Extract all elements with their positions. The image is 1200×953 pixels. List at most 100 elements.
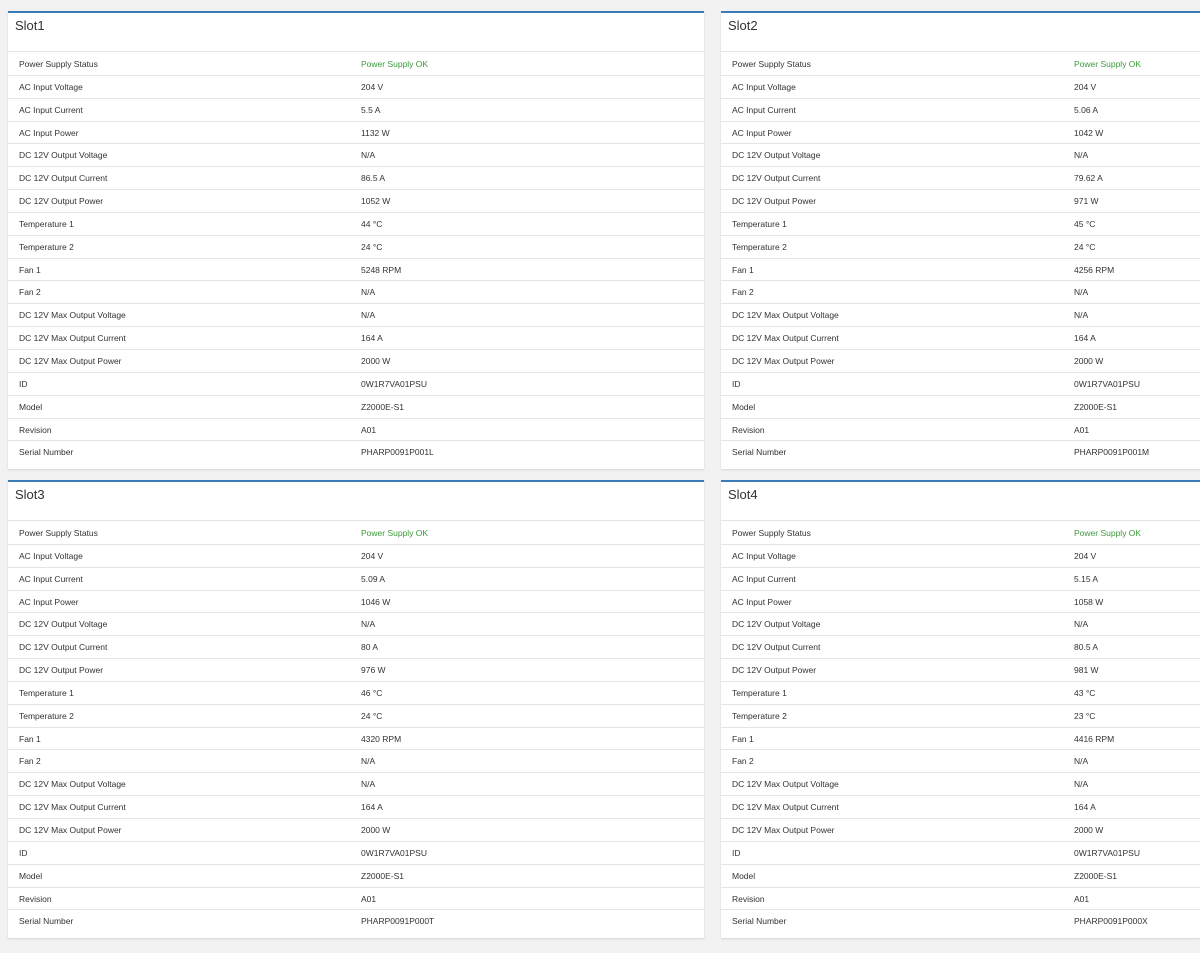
row-value: N/A — [361, 619, 376, 630]
row-label: Fan 2 — [732, 287, 754, 298]
row-label: Model — [732, 870, 756, 881]
row-value: 0W1R7VA01PSU — [1074, 378, 1140, 389]
row-value: A01 — [361, 893, 377, 904]
panel-title: Slot4 — [721, 482, 1200, 521]
row-value: 1058 W — [1074, 596, 1104, 607]
row-label: DC 12V Max Output Voltage — [19, 310, 126, 321]
row-label: DC 12V Output Power — [732, 196, 817, 207]
table-row: ID 0W1R7VA01PSU — [721, 373, 1200, 396]
table-row: Temperature 2 24 °C — [8, 236, 704, 259]
row-label: AC Input Voltage — [19, 81, 83, 92]
table-row: DC 12V Output Current 79.62 A — [721, 167, 1200, 191]
row-value: 5.5 A — [361, 104, 381, 115]
table-row: Revision A01 — [721, 888, 1200, 911]
row-value: N/A — [1074, 310, 1089, 321]
table-row: DC 12V Max Output Power 2000 W — [8, 350, 704, 373]
row-label: Power Supply Status — [732, 59, 811, 69]
table-row: Fan 1 4416 RPM — [721, 728, 1200, 751]
table-row: Temperature 1 43 °C — [721, 682, 1200, 705]
table-row: Temperature 2 24 °C — [8, 705, 704, 728]
panel-title: Slot3 — [8, 482, 704, 521]
row-label: DC 12V Output Power — [19, 196, 104, 207]
row-label: DC 12V Max Output Voltage — [732, 779, 839, 790]
table-row: Power Supply Status Power Supply OK — [721, 53, 1200, 76]
table-row: ID 0W1R7VA01PSU — [721, 842, 1200, 865]
row-value: 976 W — [361, 665, 386, 676]
table-row: Fan 2 N/A — [8, 750, 704, 774]
row-label: AC Input Power — [732, 127, 792, 138]
row-value: Z2000E-S1 — [1074, 870, 1117, 881]
row-label: Revision — [19, 893, 52, 904]
row-label: Fan 2 — [19, 287, 41, 298]
table-row: AC Input Current 5.15 A — [721, 568, 1200, 591]
row-value: 204 V — [361, 550, 384, 561]
row-value: A01 — [1074, 893, 1090, 904]
row-label: Temperature 2 — [732, 241, 787, 252]
row-label: Power Supply Status — [19, 528, 98, 538]
table-row: DC 12V Output Power 1052 W — [8, 190, 704, 213]
table-row: DC 12V Output Current 86.5 A — [8, 167, 704, 191]
row-value: 2000 W — [1074, 355, 1104, 366]
table-row: ID 0W1R7VA01PSU — [8, 373, 704, 396]
row-value: N/A — [361, 287, 376, 298]
table-row: AC Input Voltage 204 V — [8, 76, 704, 99]
row-value: N/A — [1074, 779, 1089, 790]
table-row: Temperature 1 46 °C — [8, 682, 704, 705]
row-value: 2000 W — [361, 824, 391, 835]
row-label: Serial Number — [19, 916, 74, 927]
row-label: DC 12V Max Output Current — [19, 333, 126, 344]
row-label: AC Input Current — [732, 104, 796, 115]
row-label: DC 12V Output Current — [19, 642, 108, 653]
table-row: DC 12V Output Voltage N/A — [721, 613, 1200, 637]
row-label: DC 12V Max Output Current — [19, 802, 126, 813]
table-row: Model Z2000E-S1 — [8, 396, 704, 419]
table-row: DC 12V Max Output Power 2000 W — [8, 819, 704, 842]
table-row: ID 0W1R7VA01PSU — [8, 842, 704, 865]
table-row: DC 12V Output Power 976 W — [8, 659, 704, 682]
table-row: Revision A01 — [721, 419, 1200, 442]
table-row: DC 12V Max Output Current 164 A — [8, 327, 704, 350]
table-row: Fan 2 N/A — [8, 281, 704, 305]
row-label: Fan 2 — [19, 756, 41, 767]
row-label: AC Input Voltage — [732, 550, 796, 561]
table-row: DC 12V Max Output Voltage N/A — [721, 773, 1200, 797]
table-row: DC 12V Max Output Current 164 A — [721, 796, 1200, 819]
row-value: 1052 W — [361, 196, 391, 207]
status-value: Power Supply OK — [1074, 528, 1142, 538]
row-label: AC Input Current — [19, 104, 83, 115]
table-row: AC Input Current 5.06 A — [721, 99, 1200, 122]
row-value: 43 °C — [1074, 687, 1096, 698]
status-value: Power Supply OK — [1074, 59, 1142, 69]
row-label: DC 12V Output Current — [19, 173, 108, 184]
row-value: 2000 W — [1074, 824, 1104, 835]
row-label: Temperature 1 — [732, 218, 787, 229]
table-row: Model Z2000E-S1 — [8, 865, 704, 888]
row-label: DC 12V Output Current — [732, 642, 821, 653]
psu-table: Power Supply Status Power Supply OK AC Inp… — [8, 53, 704, 464]
table-row: DC 12V Max Output Current 164 A — [8, 796, 704, 819]
row-value: 164 A — [361, 333, 383, 344]
table-row: AC Input Current 5.09 A — [8, 568, 704, 591]
table-row: Power Supply Status Power Supply OK — [721, 522, 1200, 545]
row-value: N/A — [361, 779, 376, 790]
row-value: 204 V — [1074, 550, 1097, 561]
row-label: Serial Number — [732, 916, 787, 927]
row-label: Temperature 2 — [19, 710, 74, 721]
row-label: AC Input Current — [19, 573, 83, 584]
row-value: 164 A — [1074, 333, 1096, 344]
row-value: 24 °C — [361, 241, 383, 252]
row-value: 1046 W — [361, 596, 391, 607]
row-label: Fan 1 — [732, 264, 754, 275]
row-value: 23 °C — [1074, 710, 1096, 721]
row-label: DC 12V Output Power — [19, 665, 104, 676]
status-value: Power Supply OK — [361, 59, 429, 69]
row-label: Power Supply Status — [19, 59, 98, 69]
table-row: Power Supply Status Power Supply OK — [8, 522, 704, 545]
table-row: AC Input Power 1132 W — [8, 122, 704, 145]
table-row: Revision A01 — [8, 419, 704, 442]
table-row: DC 12V Max Output Voltage N/A — [721, 304, 1200, 328]
table-row: Temperature 1 45 °C — [721, 213, 1200, 236]
table-row: DC 12V Max Output Voltage N/A — [8, 304, 704, 328]
row-label: Revision — [732, 424, 765, 435]
row-label: Revision — [19, 424, 52, 435]
